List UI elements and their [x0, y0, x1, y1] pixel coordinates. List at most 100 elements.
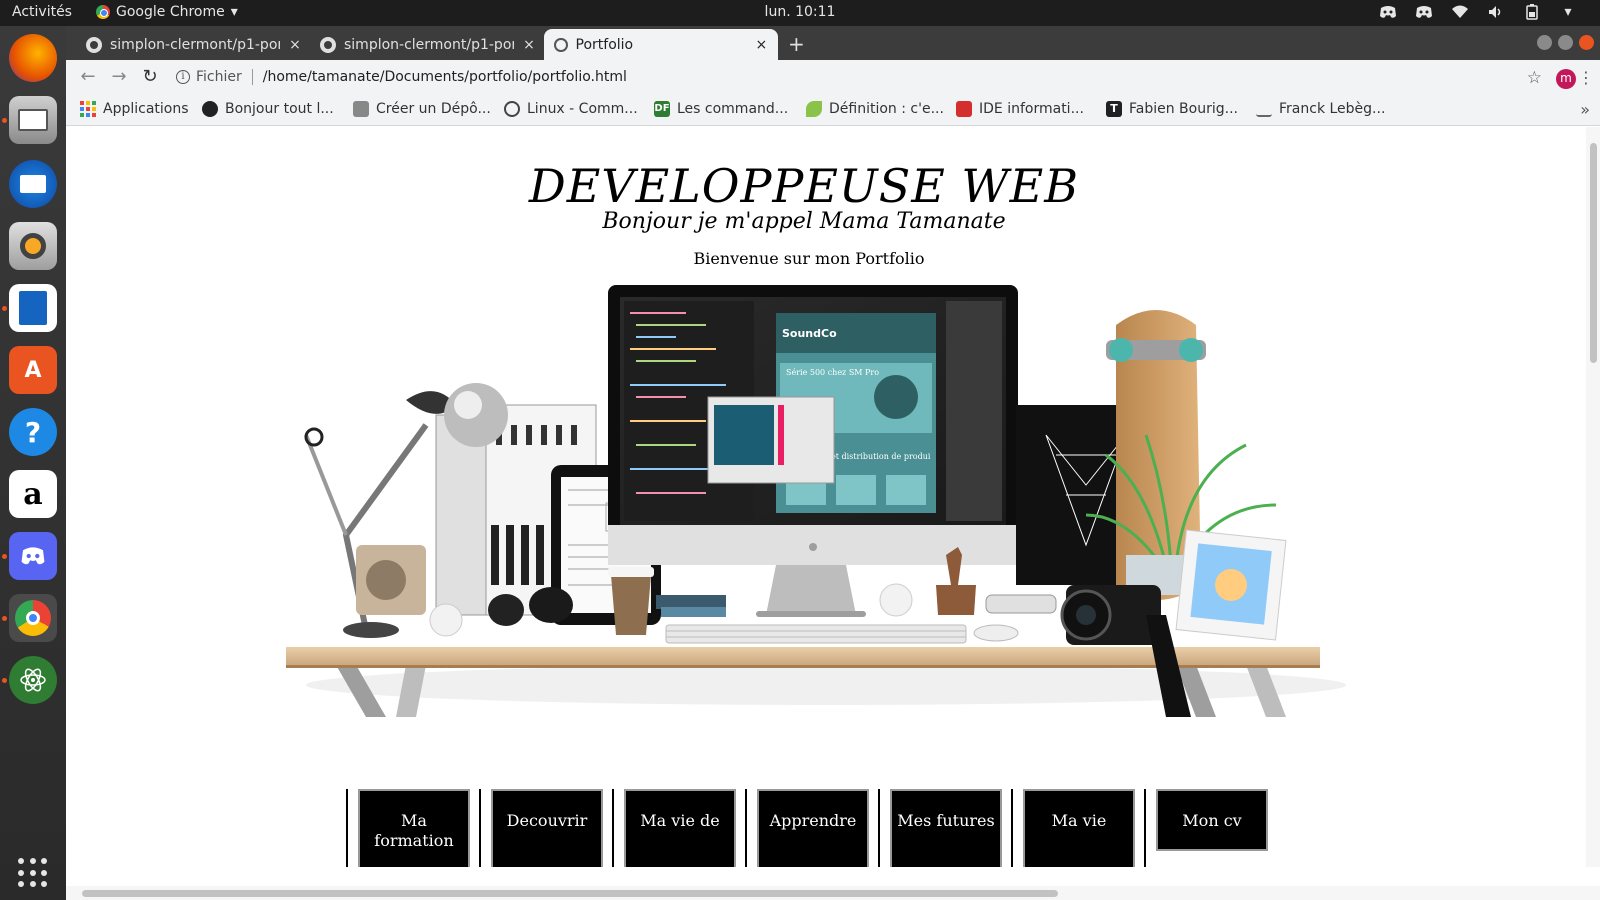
close-icon[interactable]: × — [755, 37, 768, 53]
atom-icon[interactable] — [9, 656, 57, 704]
discord-icon[interactable] — [1414, 3, 1434, 21]
reload-button[interactable]: ↻ — [140, 67, 160, 87]
volume-icon[interactable] — [1486, 3, 1506, 21]
clock[interactable]: lun. 10:11 — [765, 4, 836, 20]
app-menu[interactable]: Google Chrome ▾ — [96, 4, 238, 20]
software-icon[interactable]: A — [9, 346, 57, 394]
globe-icon — [554, 37, 568, 52]
files-icon[interactable] — [9, 96, 57, 144]
rhythmbox-icon[interactable] — [9, 222, 57, 270]
discord-icon[interactable] — [9, 532, 57, 580]
help-icon[interactable]: ? — [9, 408, 57, 456]
nav-apprendre-button[interactable]: Apprendre — [757, 789, 869, 867]
bookmark-applications[interactable]: Applications — [80, 101, 189, 117]
bookmark-item[interactable]: DF Les command... — [654, 101, 788, 117]
scheme-label: Fichier — [196, 69, 242, 85]
bookmark-item[interactable]: Bonjour tout l... — [202, 101, 334, 117]
nav-futures: Mes futures — [878, 789, 1011, 867]
close-icon[interactable]: × — [288, 37, 302, 53]
nav-vie-de-button[interactable]: Ma vie de — [624, 789, 736, 867]
bookmark-label: Franck Lebèg... — [1279, 101, 1386, 117]
screen-promo2: et distribution de produi — [831, 452, 931, 461]
intro-text: Bienvenue sur mon Portfolio — [693, 249, 925, 268]
bookmark-label: Définition : c'e... — [829, 101, 944, 117]
chevron-down-icon[interactable]: ▾ — [1558, 3, 1578, 21]
browser-window: simplon-clermont/p1-por × simplon-clermo… — [66, 26, 1600, 900]
page-title: DEVELOPPEUSE WEB — [528, 159, 1080, 213]
tab-strip: simplon-clermont/p1-por × simplon-clermo… — [66, 26, 1600, 60]
nav-decouvrir: Decouvrir — [479, 789, 612, 867]
menu-icon[interactable]: ⋮ — [1578, 68, 1594, 87]
bookmark-label: Les command... — [677, 101, 789, 117]
scroll-thumb[interactable] — [82, 890, 1058, 897]
horizontal-scrollbar[interactable] — [66, 886, 1600, 900]
system-tray[interactable]: ▾ — [1378, 3, 1578, 21]
page-subtitle: Bonjour je m'appel Mama Tamanate — [602, 209, 1006, 234]
url-text[interactable]: /home/tamanate/Documents/portfolio/portf… — [263, 69, 627, 85]
minimize-button[interactable] — [1537, 35, 1552, 50]
battery-icon[interactable] — [1522, 3, 1542, 21]
app-menu-label: Google Chrome — [116, 4, 225, 20]
bookmark-item[interactable]: Linux - Comm... — [504, 101, 638, 117]
vertical-scrollbar[interactable] — [1586, 127, 1600, 867]
bookmark-label: Bonjour tout l... — [225, 101, 334, 117]
show-applications-icon[interactable] — [18, 858, 48, 888]
t-icon: T — [1106, 101, 1122, 117]
running-indicator — [2, 554, 7, 559]
df-icon: DF — [654, 101, 670, 117]
close-icon[interactable]: × — [522, 37, 536, 53]
bookmark-label: IDE informati... — [979, 101, 1084, 117]
bookmark-label: Créer un Dépô... — [376, 101, 491, 117]
bookmark-label: Fabien Bourig... — [1129, 101, 1238, 117]
scroll-thumb[interactable] — [1590, 143, 1597, 363]
dock: A ? a — [0, 26, 66, 900]
bookmarks-overflow-button[interactable]: » — [1580, 100, 1590, 119]
running-indicator — [2, 678, 7, 683]
tab-github-2[interactable]: simplon-clermont/p1-por × — [310, 29, 546, 60]
wifi-icon[interactable] — [1450, 3, 1470, 21]
divider — [251, 69, 253, 85]
page-icon — [353, 101, 369, 117]
maximize-button[interactable] — [1558, 35, 1573, 50]
nav-cv-button[interactable]: Mon cv — [1156, 789, 1268, 851]
nav-formation-button[interactable]: Ma formation — [358, 789, 470, 867]
profile-avatar[interactable]: m — [1556, 69, 1576, 89]
nav-ma-vie-button[interactable]: Ma vie — [1023, 789, 1135, 867]
nav-apprendre: Apprendre — [745, 789, 878, 867]
address-bar[interactable]: i Fichier /home/tamanate/Documents/portf… — [176, 65, 627, 89]
tab-portfolio[interactable]: Portfolio × — [544, 29, 778, 60]
back-button[interactable]: ← — [78, 67, 98, 87]
bookmark-item[interactable]: IDE informati... — [956, 101, 1084, 117]
writer-icon[interactable] — [9, 284, 57, 332]
bookmark-star-icon[interactable]: ☆ — [1527, 68, 1542, 88]
tab-title: Portfolio — [575, 36, 634, 53]
bookmarks-bar: Applications Bonjour tout l... Créer un … — [66, 94, 1600, 126]
running-indicator — [2, 306, 7, 311]
apps-grid-icon — [80, 101, 96, 117]
forward-button[interactable]: → — [109, 67, 129, 87]
running-indicator — [2, 616, 7, 621]
nav-cv: Mon cv — [1144, 789, 1277, 867]
new-tab-button[interactable]: + — [788, 32, 805, 56]
tab-title: simplon-clermont/p1-por — [344, 36, 514, 53]
activities-button[interactable]: Activités — [12, 4, 72, 20]
nav-decouvrir-button[interactable]: Decouvrir — [491, 789, 603, 867]
main-nav: Ma formation Decouvrir Ma vie de Apprend… — [346, 789, 1277, 867]
info-icon[interactable]: i — [176, 70, 190, 84]
bookmark-item[interactable]: Franck Lebèg... — [1256, 101, 1385, 117]
thunderbird-icon[interactable] — [9, 160, 57, 208]
amazon-icon[interactable]: a — [9, 470, 57, 518]
close-window-button[interactable] — [1579, 35, 1594, 50]
firefox-icon[interactable] — [9, 34, 57, 82]
discord-icon[interactable] — [1378, 3, 1398, 21]
chevron-down-icon: ▾ — [230, 4, 238, 20]
nav-futures-button[interactable]: Mes futures — [890, 789, 1002, 867]
bookmark-item[interactable]: T Fabien Bourig... — [1106, 101, 1238, 117]
running-indicator — [2, 118, 7, 123]
bookmark-item[interactable]: Créer un Dépô... — [353, 101, 491, 117]
chrome-icon[interactable] — [9, 594, 57, 642]
screen-promo: Série 500 chez SM Pro — [786, 368, 879, 377]
tab-github-1[interactable]: simplon-clermont/p1-por × — [76, 29, 312, 60]
bookmark-item[interactable]: Définition : c'e... — [806, 101, 944, 117]
screen-brand: SoundCo — [782, 327, 837, 340]
